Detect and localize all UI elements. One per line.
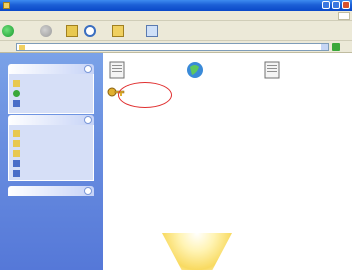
address-bar [0, 41, 352, 53]
task-link[interactable] [13, 140, 91, 147]
folders-label [126, 28, 140, 34]
highlight-ring [118, 82, 172, 108]
collapse-icon[interactable] [84, 65, 92, 73]
forward-button[interactable] [40, 25, 52, 37]
globe-icon [13, 90, 20, 97]
search-label [98, 28, 112, 34]
windows-logo-icon [338, 12, 350, 20]
file-item[interactable] [109, 61, 179, 81]
file-item[interactable] [264, 61, 344, 81]
search-button[interactable] [84, 25, 96, 37]
close-button[interactable] [342, 1, 350, 9]
folder-icon [13, 80, 20, 87]
menu-item[interactable] [22, 13, 36, 19]
menu-item[interactable] [98, 13, 112, 19]
collapse-icon[interactable] [84, 187, 92, 195]
menu-item[interactable] [4, 13, 18, 19]
task-panel [8, 64, 94, 114]
menu-item[interactable] [80, 13, 94, 19]
go-button[interactable] [332, 43, 340, 51]
document-icon [264, 61, 280, 79]
address-input[interactable] [16, 43, 329, 51]
panel-body [8, 74, 94, 114]
maximize-button[interactable] [332, 1, 340, 9]
toolbar [0, 21, 352, 41]
views-button[interactable] [146, 25, 158, 37]
window-title [13, 2, 73, 8]
computer-icon [13, 160, 20, 167]
folder-icon [3, 2, 10, 9]
folder-icon [13, 150, 20, 157]
minimize-button[interactable] [322, 1, 330, 9]
title-bar [0, 0, 352, 11]
address-dropdown-button[interactable] [321, 44, 328, 50]
menu-bar [0, 11, 352, 21]
menu-item[interactable] [40, 13, 54, 19]
task-link[interactable] [13, 170, 91, 177]
back-button[interactable] [2, 25, 14, 37]
menu-item[interactable] [60, 13, 74, 19]
task-link[interactable] [13, 90, 91, 97]
task-link[interactable] [13, 150, 91, 157]
back-label [16, 28, 30, 34]
task-panel [8, 186, 94, 196]
collapse-icon[interactable] [84, 116, 92, 124]
folder-icon [19, 45, 25, 50]
up-folder-button[interactable] [66, 25, 78, 37]
network-icon [13, 170, 20, 177]
share-icon [13, 100, 20, 107]
file-item[interactable] [186, 61, 256, 81]
panel-header[interactable] [8, 64, 94, 74]
task-link[interactable] [13, 160, 91, 167]
globe-icon [187, 62, 203, 78]
task-link[interactable] [13, 130, 91, 137]
folders-button[interactable] [112, 25, 124, 37]
document-icon [109, 61, 125, 79]
panel-body [8, 125, 94, 181]
task-link[interactable] [13, 100, 91, 107]
task-pane [0, 53, 103, 270]
task-link[interactable] [13, 80, 91, 87]
task-panel [8, 115, 94, 181]
panel-header[interactable] [8, 186, 94, 196]
folder-icon [13, 130, 20, 137]
folder-icon [13, 140, 20, 147]
panel-header[interactable] [8, 115, 94, 125]
